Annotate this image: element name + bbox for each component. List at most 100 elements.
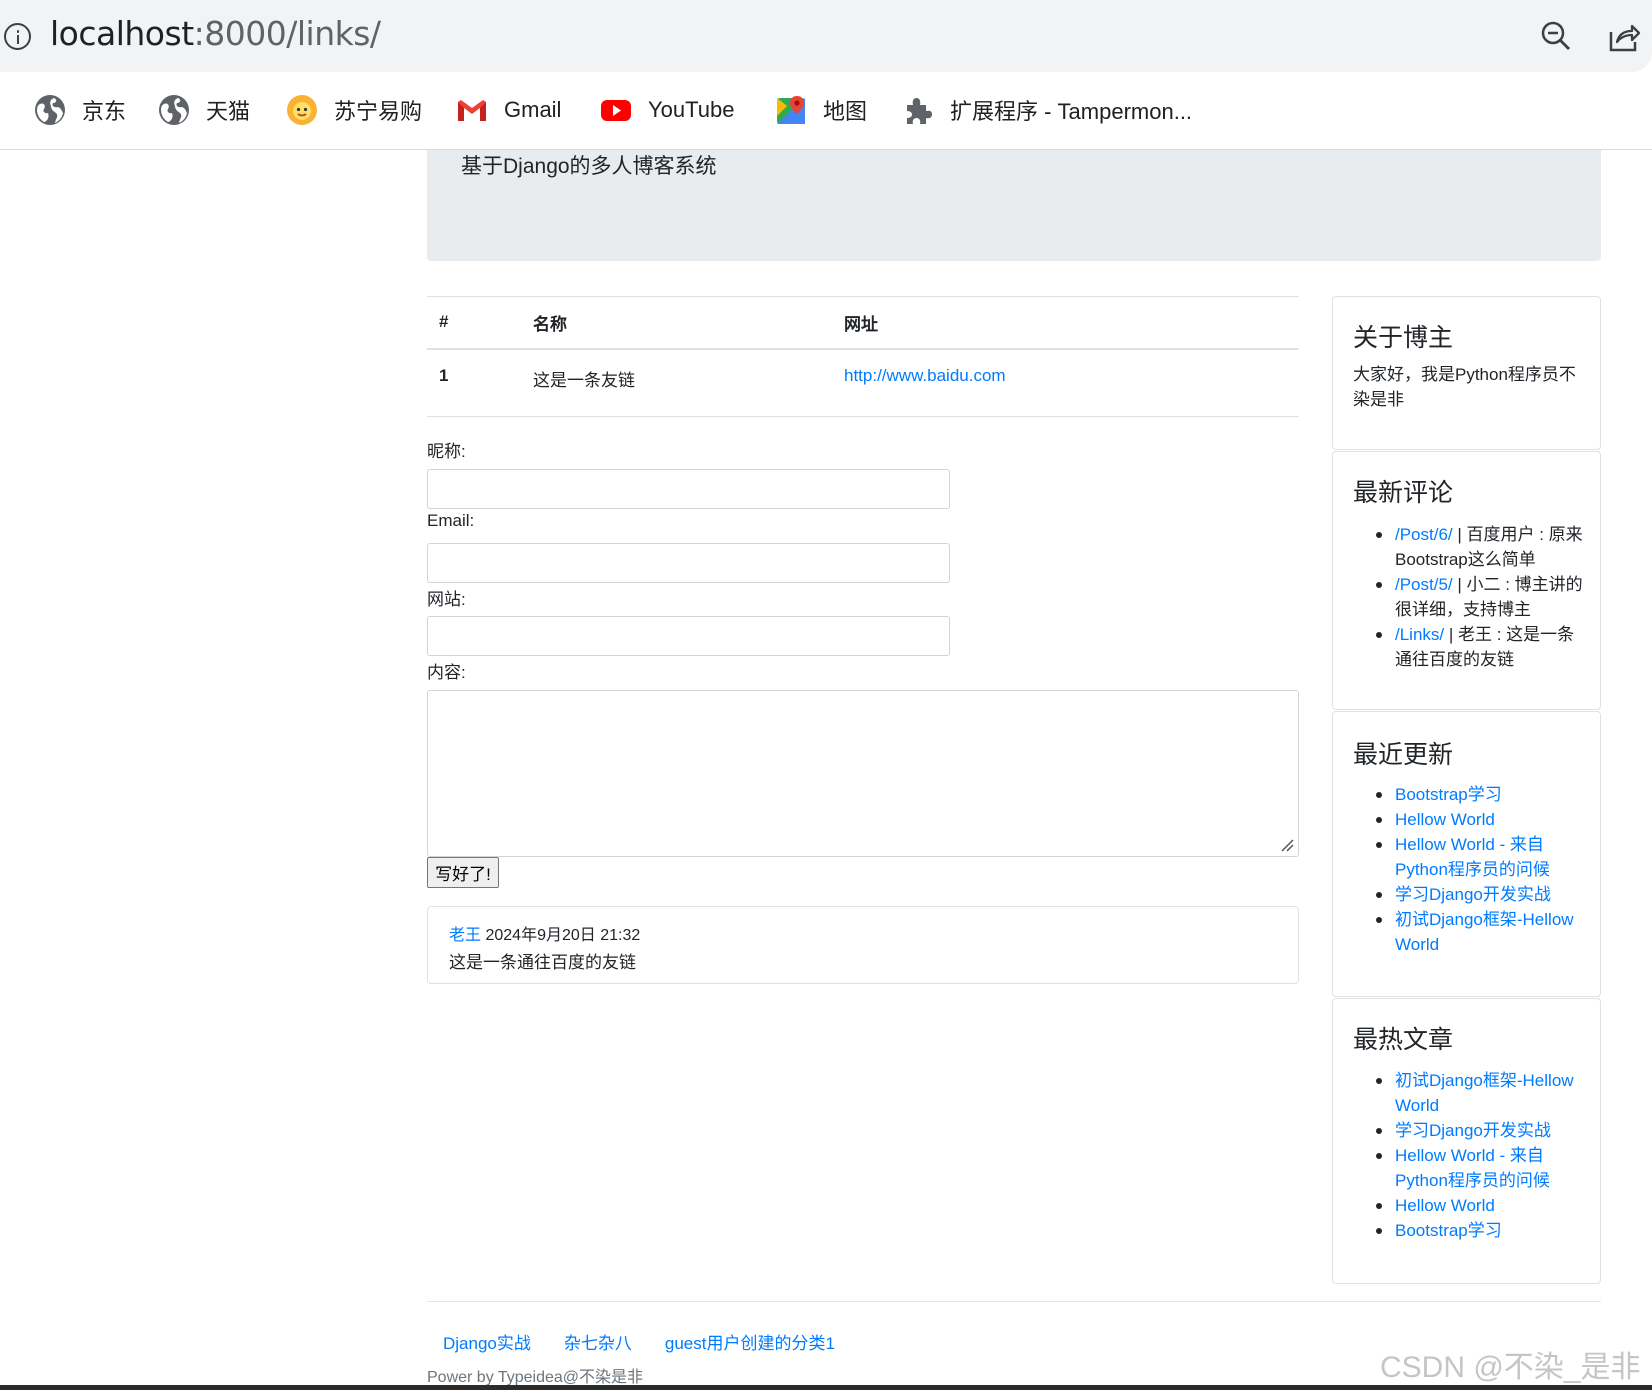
about-text: 大家好，我是Python程序员不染是非 bbox=[1353, 365, 1576, 409]
site-subtitle: 基于Django的多人博客系统 bbox=[461, 155, 717, 178]
bookmark-jd[interactable]: 京东 bbox=[34, 90, 126, 130]
csdn-watermark: CSDN @不染_是非 bbox=[1380, 1351, 1641, 1384]
comment-post-link[interactable]: /Post/5/ bbox=[1395, 575, 1453, 594]
post-link[interactable]: 学习Django开发实战 bbox=[1395, 885, 1551, 904]
footer-category-link[interactable]: 杂七杂八 bbox=[564, 1329, 632, 1354]
footer-category-link[interactable]: Django实战 bbox=[443, 1329, 531, 1354]
list-item: Hellow World - 来自Python程序员的问候 bbox=[1353, 832, 1591, 882]
bookmark-youtube[interactable]: YouTube bbox=[600, 90, 734, 130]
list-item: /Post/6/ | 百度用户 : 原来Bootstrap这么简单 bbox=[1353, 522, 1591, 572]
post-link[interactable]: Hellow World - 来自Python程序员的问候 bbox=[1395, 1146, 1550, 1190]
latest-comments-title: 最新评论 bbox=[1353, 479, 1454, 507]
youtube-icon bbox=[601, 100, 631, 121]
sidebar-recent-updates-card: 最近更新 Bootstrap学习 Hellow World Hellow Wor… bbox=[1332, 711, 1601, 997]
post-link[interactable]: Bootstrap学习 bbox=[1395, 785, 1502, 804]
bookmark-label: 天猫 bbox=[206, 99, 251, 124]
bookmark-label: 苏宁易购 bbox=[334, 99, 423, 124]
bookmark-label: Gmail bbox=[504, 97, 562, 122]
list-item: Hellow World bbox=[1353, 807, 1591, 832]
header-num: # bbox=[427, 296, 521, 350]
gmail-icon bbox=[458, 100, 486, 121]
footer-divider bbox=[427, 1301, 1601, 1302]
comment-item: 老王 2024年9月20日 21:32 这是一条通往百度的友链 bbox=[427, 906, 1299, 984]
list-item: /Post/5/ | 小二 : 博主讲的很详细，支持博主 bbox=[1353, 572, 1591, 622]
share-icon[interactable] bbox=[1607, 20, 1641, 54]
post-link[interactable]: 学习Django开发实战 bbox=[1395, 1121, 1551, 1140]
content-textarea[interactable] bbox=[427, 690, 1299, 857]
bookmark-maps[interactable]: 地图 bbox=[775, 90, 867, 130]
resize-grip-icon[interactable] bbox=[1280, 838, 1294, 852]
sidebar-latest-comments-card: 最新评论 /Post/6/ | 百度用户 : 原来Bootstrap这么简单 /… bbox=[1332, 451, 1601, 710]
recent-updates-title: 最近更新 bbox=[1353, 741, 1454, 769]
links-table: # 名称 网址 1 这是一条友链 http://www.baidu.com bbox=[427, 296, 1299, 417]
post-link[interactable]: Hellow World bbox=[1395, 810, 1495, 829]
comment-post-link[interactable]: /Links/ bbox=[1395, 625, 1444, 644]
header-url: 网址 bbox=[832, 296, 1299, 350]
list-item: Bootstrap学习 bbox=[1353, 1218, 1591, 1243]
jumbotron: 基于Django的多人博客系统 bbox=[427, 150, 1601, 261]
url-field[interactable]: localhost:8000/links/ bbox=[50, 14, 381, 53]
email-input[interactable] bbox=[427, 543, 950, 583]
bookmark-tmall[interactable]: 天猫 bbox=[158, 90, 250, 130]
hot-posts-title: 最热文章 bbox=[1353, 1026, 1454, 1054]
comment-date: 2024年9月20日 21:32 bbox=[485, 927, 641, 944]
sidebar-about-card: 关于博主 大家好，我是Python程序员不染是非 bbox=[1332, 296, 1601, 450]
bookmark-label: 扩展程序 - Tampermon... bbox=[950, 99, 1193, 124]
footer-power-text: Power by Typeidea@不染是非 bbox=[427, 1369, 644, 1386]
site-info-icon[interactable] bbox=[4, 23, 31, 50]
bookmarks-bar: 京东 天猫 苏宁易购 Gmail YouTube 地图 扩展程序 - Tampe… bbox=[0, 72, 1652, 150]
bookmark-label: 地图 bbox=[823, 99, 868, 124]
maps-icon bbox=[777, 96, 805, 124]
comment-content: 这是一条通往百度的友链 bbox=[449, 953, 636, 972]
submit-button[interactable]: 写好了! bbox=[427, 857, 499, 888]
row-name: 这是一条友链 bbox=[521, 348, 832, 417]
url-host: localhost bbox=[50, 14, 194, 53]
bookmark-gmail[interactable]: Gmail bbox=[456, 90, 561, 130]
url-path: :8000/links/ bbox=[193, 14, 381, 53]
bottom-edge bbox=[0, 1385, 1652, 1390]
list-item: 学习Django开发实战 bbox=[1353, 1118, 1591, 1143]
list-item: 初试Django框架-Hellow World bbox=[1353, 907, 1591, 957]
list-item: 学习Django开发实战 bbox=[1353, 882, 1591, 907]
sidebar-hot-posts-card: 最热文章 初试Django框架-Hellow World 学习Django开发实… bbox=[1332, 998, 1601, 1284]
footer-categories: Django实战 杂七杂八 guest用户创建的分类1 bbox=[443, 1329, 835, 1354]
header-name: 名称 bbox=[521, 296, 832, 350]
recent-updates-list: Bootstrap学习 Hellow World Hellow World - … bbox=[1353, 782, 1591, 957]
bookmark-suning[interactable]: 苏宁易购 bbox=[286, 90, 422, 130]
email-label: Email: bbox=[427, 511, 475, 530]
footer-category-link[interactable]: guest用户创建的分类1 bbox=[665, 1329, 835, 1354]
globe-icon bbox=[35, 95, 65, 125]
comment-post-link[interactable]: /Post/6/ bbox=[1395, 525, 1453, 544]
latest-comments-list: /Post/6/ | 百度用户 : 原来Bootstrap这么简单 /Post/… bbox=[1353, 522, 1591, 672]
zoom-out-icon[interactable] bbox=[1540, 20, 1572, 52]
post-link[interactable]: 初试Django框架-Hellow World bbox=[1395, 1071, 1574, 1115]
list-item: /Links/ | 老王 : 这是一条通往百度的友链 bbox=[1353, 622, 1591, 672]
hot-posts-list: 初试Django框架-Hellow World 学习Django开发实战 Hel… bbox=[1353, 1068, 1591, 1243]
about-title: 关于博主 bbox=[1353, 324, 1454, 352]
post-link[interactable]: Hellow World bbox=[1395, 1196, 1495, 1215]
suning-lion-icon bbox=[287, 95, 317, 125]
table-header-row: # 名称 网址 bbox=[427, 296, 1299, 350]
list-item: 初试Django框架-Hellow World bbox=[1353, 1068, 1591, 1118]
address-bar: localhost:8000/links/ bbox=[0, 0, 1652, 72]
list-item: Hellow World bbox=[1353, 1193, 1591, 1218]
bookmark-label: 京东 bbox=[82, 99, 127, 124]
post-link[interactable]: Hellow World - 来自Python程序员的问候 bbox=[1395, 835, 1550, 879]
list-item: Bootstrap学习 bbox=[1353, 782, 1591, 807]
globe-icon bbox=[159, 95, 189, 125]
comment-author-link[interactable]: 老王 bbox=[449, 927, 481, 944]
website-input[interactable] bbox=[427, 616, 950, 656]
puzzle-icon bbox=[907, 98, 932, 124]
nickname-input[interactable] bbox=[427, 469, 950, 509]
website-label: 网站: bbox=[427, 590, 466, 609]
table-row: 1 这是一条友链 http://www.baidu.com bbox=[427, 348, 1299, 417]
content-label: 内容: bbox=[427, 663, 466, 682]
bookmark-tampermonkey[interactable]: 扩展程序 - Tampermon... bbox=[902, 90, 1192, 130]
row-num: 1 bbox=[427, 348, 521, 417]
nickname-label: 昵称: bbox=[427, 442, 466, 461]
post-link[interactable]: 初试Django框架-Hellow World bbox=[1395, 910, 1574, 954]
row-url-link[interactable]: http://www.baidu.com bbox=[844, 366, 1006, 385]
post-link[interactable]: Bootstrap学习 bbox=[1395, 1221, 1502, 1240]
bookmark-label: YouTube bbox=[648, 97, 735, 122]
list-item: Hellow World - 来自Python程序员的问候 bbox=[1353, 1143, 1591, 1193]
